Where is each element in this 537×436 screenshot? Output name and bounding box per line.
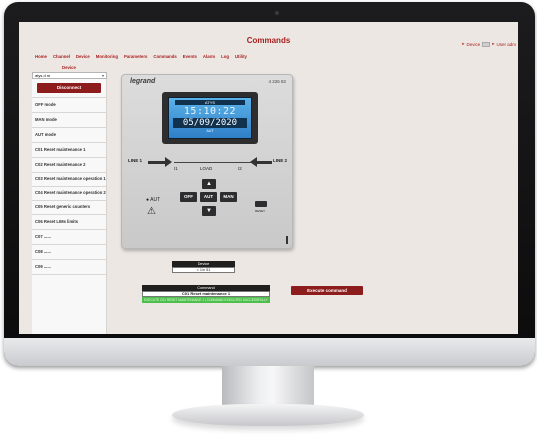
device-reference: 4 226 82 <box>268 79 286 84</box>
menu-item-utility[interactable]: Utility <box>235 54 247 59</box>
sidebar-item-c03[interactable]: C03 Reset maintenance operation 1 <box>32 172 106 186</box>
menu-item-commands[interactable]: Commands <box>153 54 176 59</box>
device-selector-icon: ▸ <box>462 41 465 46</box>
device-selector-box[interactable] <box>482 41 491 47</box>
lcd-display: ATYS 15:10:22 05/09/2020 AUT <box>168 97 252 139</box>
menu-item-channel[interactable]: Channel <box>53 54 70 59</box>
sidebar-item-off-mode[interactable]: OFF mode <box>32 97 106 112</box>
page-title: Commands <box>246 36 291 45</box>
device-select[interactable]: atys d m ▾ <box>32 72 107 79</box>
sidebar-item-c07[interactable]: C07 ...... <box>32 229 106 244</box>
sidebar-item-c04[interactable]: C04 Reset maintenance operation 2 <box>32 186 106 200</box>
disconnect-button[interactable]: Disconnect <box>37 83 101 93</box>
lcd-date: 05/09/2020 <box>173 118 247 128</box>
panel-mark <box>286 236 288 244</box>
menu-item-alarm[interactable]: Alarm <box>203 54 215 59</box>
submenu-item-device[interactable]: Device <box>62 65 76 70</box>
lcd-time: 15:10:22 <box>183 106 237 117</box>
line1-label: LINE 1 <box>128 158 143 163</box>
monitor-chin <box>4 338 535 366</box>
menu-item-monitoring[interactable]: Monitoring <box>96 54 118 59</box>
header-right: ▸ Device ▸ User adm <box>462 41 516 47</box>
menu-item-home[interactable]: Home <box>35 54 47 59</box>
arrow-right-icon <box>165 157 172 167</box>
user-selector[interactable]: User adm <box>496 42 516 47</box>
user-icon: ▸ <box>492 41 495 46</box>
sidebar: atys d m ▾ Disconnect OFF mode MAN mode … <box>32 72 107 334</box>
bus-line <box>174 162 256 163</box>
sidebar-item-man-mode[interactable]: MAN mode <box>32 112 106 127</box>
sidebar-item-c08[interactable]: C08 ...... <box>32 244 106 259</box>
sidebar-item-c06[interactable]: C06 Reset LIMs limits <box>32 214 106 229</box>
device-selector[interactable]: Device <box>466 42 480 47</box>
device-select-value: atys d m <box>35 73 51 78</box>
man-button[interactable]: MAN <box>220 192 237 202</box>
lcd-frame: ATYS 15:10:22 05/09/2020 AUT <box>162 92 258 144</box>
up-button[interactable]: ▲ <box>202 179 216 189</box>
line1-arrow-shaft <box>148 161 166 164</box>
sidebar-item-c09[interactable]: C09 ...... <box>32 259 106 274</box>
menu-item-parameters[interactable]: Parameters <box>124 54 147 59</box>
off-button[interactable]: OFF <box>180 192 197 202</box>
monitor-neck <box>222 366 314 406</box>
sidebar-item-aut-mode[interactable]: AUT mode <box>32 127 106 142</box>
menu-item-events[interactable]: Events <box>183 54 197 59</box>
i1-label: I1 <box>174 166 178 171</box>
reset-button[interactable] <box>255 201 267 207</box>
device-panel: legrand 4 226 82 ATYS 15:10:22 05/09/202… <box>121 74 293 249</box>
aut-indicator: ● AUT <box>146 197 161 203</box>
sidebar-item-c01[interactable]: C01 Reset maintenance 1 <box>32 142 106 157</box>
down-button[interactable]: ▼ <box>202 206 216 216</box>
monitor-base <box>172 404 364 426</box>
lcd-footer: AUT <box>206 129 214 133</box>
load-label: LOAD <box>200 166 213 171</box>
app-screen: Commands ▸ Device ▸ User adm Home Channe… <box>19 22 518 334</box>
menu-item-device[interactable]: Device <box>76 54 90 59</box>
command-status: EXECUTE C01 RESET MAINTENANCE 1 | COMMAN… <box>142 297 270 303</box>
execute-command-button[interactable]: Execute command <box>291 286 363 295</box>
reset-label: RESET <box>255 209 266 213</box>
line2-label: LINE 2 <box>273 158 288 163</box>
aut-button[interactable]: AUT <box>200 192 217 202</box>
webcam-icon <box>275 11 279 15</box>
sidebar-item-c05[interactable]: C05 Reset generic counters <box>32 200 106 214</box>
brand-logo: legrand <box>130 78 156 85</box>
main-menu: Home Channel Device Monitoring Parameter… <box>35 54 247 59</box>
sidebar-item-c02[interactable]: C02 Reset maintenance 2 <box>32 157 106 172</box>
line2-arrow-shaft <box>256 161 272 164</box>
i2-label: I2 <box>238 166 242 171</box>
warning-icon: ⚠ <box>147 206 156 217</box>
sidebar-item-empty <box>32 274 106 289</box>
aut-label: AUT <box>150 197 161 203</box>
chevron-down-icon: ▾ <box>101 73 104 78</box>
menu-item-log[interactable]: Log <box>221 54 229 59</box>
device-info-value: < 1/n 51 <box>172 267 235 273</box>
lcd-header: ATYS <box>175 100 245 105</box>
